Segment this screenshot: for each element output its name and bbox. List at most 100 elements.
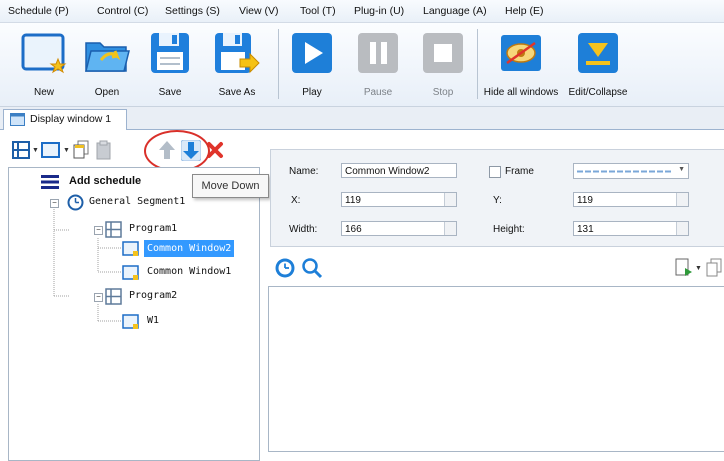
- list-icon: [41, 175, 59, 189]
- play-button[interactable]: Play: [283, 27, 341, 101]
- width-spinner[interactable]: [444, 222, 456, 235]
- y-field[interactable]: 119: [573, 192, 689, 207]
- add-window-icon[interactable]: [41, 141, 61, 159]
- collapse-toggle-icon[interactable]: −: [94, 226, 103, 235]
- pause-label: Pause: [363, 87, 393, 98]
- program2-label: Program2: [129, 290, 178, 301]
- add-program-icon[interactable]: [11, 140, 31, 160]
- menu-view[interactable]: View (V): [239, 5, 278, 17]
- play-label: Play: [302, 87, 322, 98]
- y-value: 119: [577, 195, 593, 206]
- program-icon: [105, 288, 122, 305]
- hide-all-windows-label: Hide all windows: [483, 87, 559, 98]
- x-spinner[interactable]: [444, 193, 456, 206]
- menu-plugin[interactable]: Plug-in (U): [354, 5, 404, 17]
- schedule-tree-panel: Add schedule − General Segment1 − Progra…: [8, 167, 260, 461]
- open-folder-icon: [85, 42, 130, 72]
- collapse-toggle-icon[interactable]: −: [94, 293, 103, 302]
- play-icon: [292, 33, 332, 73]
- menu-language[interactable]: Language (A): [423, 5, 487, 17]
- tree-item-w1[interactable]: W1: [122, 313, 202, 331]
- clock-icon: [67, 194, 84, 211]
- open-label: Open: [94, 87, 120, 98]
- save-button[interactable]: Save: [140, 27, 200, 101]
- dropdown-arrow-icon[interactable]: ▼: [63, 147, 70, 154]
- add-media-icon[interactable]: [675, 258, 693, 278]
- stop-icon: [423, 33, 463, 73]
- height-label: Height:: [493, 224, 525, 235]
- menu-schedule[interactable]: Schedule (P): [8, 5, 69, 17]
- stop-label: Stop: [432, 87, 454, 98]
- content-toolbar: ▼: [270, 255, 724, 283]
- menu-help[interactable]: Help (E): [505, 5, 544, 17]
- frame-label: Frame: [505, 166, 534, 177]
- new-button[interactable]: New: [14, 27, 74, 101]
- properties-panel: Name: Common Window2 Frame ▼ X: 119 Y: 1…: [270, 149, 724, 247]
- common-window1-label: Common Window1: [147, 266, 232, 277]
- tree-item-common-window2[interactable]: Common Window2: [122, 240, 247, 258]
- save-label: Save: [158, 87, 182, 98]
- y-spinner[interactable]: [676, 193, 688, 206]
- name-label: Name:: [289, 166, 319, 177]
- w1-label: W1: [147, 315, 160, 326]
- x-field[interactable]: 119: [341, 192, 457, 207]
- menu-settings[interactable]: Settings (S): [165, 5, 220, 17]
- tab-label: Display window 1: [30, 113, 112, 125]
- new-icon: [21, 33, 67, 74]
- stop-button[interactable]: Stop: [414, 27, 472, 101]
- paste-icon[interactable]: [95, 140, 113, 160]
- frame-style-dropdown[interactable]: ▼: [573, 163, 689, 179]
- display-window-icon: [10, 113, 25, 126]
- menu-tool[interactable]: Tool (T): [300, 5, 336, 17]
- width-label: Width:: [289, 224, 318, 235]
- edit-collapse-button[interactable]: Edit/Collapse: [565, 27, 631, 101]
- y-label: Y:: [493, 195, 502, 206]
- save-icon: [151, 33, 189, 73]
- tree-toolbar: ▼ ▼: [8, 136, 258, 166]
- frame-pattern-icon: [577, 170, 673, 173]
- media-list-area[interactable]: [268, 286, 724, 452]
- save-as-button[interactable]: Save As: [206, 27, 268, 101]
- copy-icon[interactable]: [706, 258, 722, 278]
- tab-display-window-1[interactable]: Display window 1: [3, 109, 127, 130]
- window-icon: [122, 265, 139, 280]
- tree-item-common-window1[interactable]: Common Window1: [122, 264, 247, 282]
- tree-item-program2[interactable]: − Program2: [94, 288, 244, 306]
- segment-label: General Segment1: [89, 196, 186, 207]
- height-spinner[interactable]: [676, 222, 688, 235]
- name-field[interactable]: Common Window2: [341, 163, 457, 178]
- window-tab-strip: Display window 1: [0, 107, 724, 130]
- toolbar-separator: [278, 29, 279, 99]
- edit-collapse-icon: [578, 33, 618, 73]
- dropdown-arrow-icon[interactable]: ▼: [695, 265, 702, 272]
- add-schedule-item[interactable]: Add schedule: [41, 173, 161, 191]
- height-value: 131: [577, 224, 594, 235]
- common-window2-label: Common Window2: [144, 240, 235, 257]
- frame-checkbox[interactable]: [489, 166, 501, 178]
- tree-item-program1[interactable]: − Program1: [94, 221, 244, 239]
- main-toolbar: New Open Save Save As Play Pause Stop Hi…: [0, 23, 724, 107]
- hide-all-windows-button[interactable]: Hide all windows: [478, 27, 564, 101]
- width-value: 166: [345, 224, 362, 235]
- pause-icon: [358, 33, 398, 73]
- pause-button[interactable]: Pause: [349, 27, 407, 101]
- new-label: New: [33, 87, 54, 98]
- save-as-label: Save As: [218, 87, 256, 98]
- save-as-icon: [215, 33, 260, 74]
- add-schedule-label: Add schedule: [69, 175, 142, 187]
- width-field[interactable]: 166: [341, 221, 457, 236]
- dropdown-arrow-icon[interactable]: ▼: [32, 147, 39, 154]
- open-button[interactable]: Open: [77, 27, 137, 101]
- menu-control[interactable]: Control (C): [97, 5, 148, 17]
- program-icon: [105, 221, 122, 238]
- window-icon: [122, 241, 139, 256]
- height-field[interactable]: 131: [573, 221, 689, 236]
- chevron-down-icon: ▼: [678, 166, 685, 173]
- window-icon: [122, 314, 139, 329]
- collapse-toggle-icon[interactable]: −: [50, 199, 59, 208]
- clock-icon[interactable]: [274, 257, 296, 279]
- program1-label: Program1: [129, 223, 178, 234]
- hide-windows-icon: [501, 35, 541, 71]
- copy-icon[interactable]: [72, 140, 90, 160]
- search-icon[interactable]: [301, 257, 323, 279]
